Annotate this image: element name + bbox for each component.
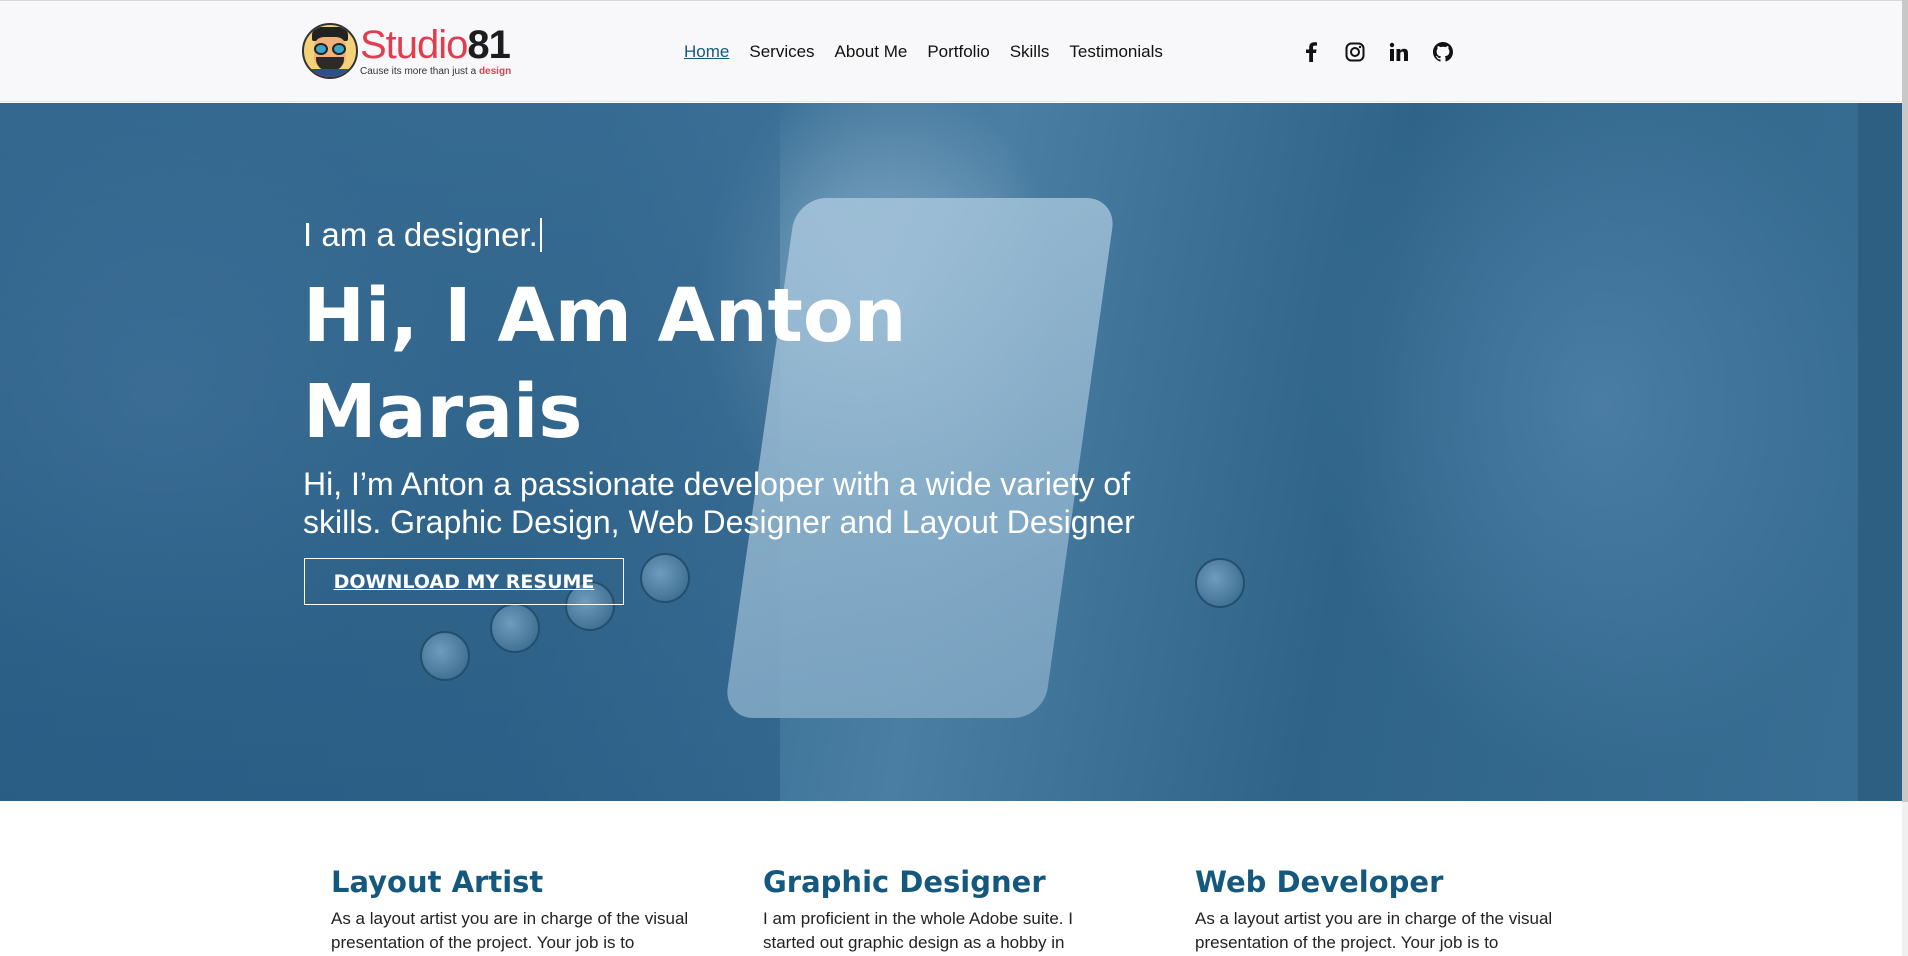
nav-skills[interactable]: Skills <box>1010 42 1050 62</box>
nav-services[interactable]: Services <box>749 42 814 62</box>
nav-home[interactable]: Home <box>684 42 729 62</box>
jacket-button-decoration <box>490 603 540 653</box>
hero-section: I am a designer. Hi, I Am Anton Marais H… <box>0 103 1902 801</box>
service-text: I am proficient in the whole Adobe suite… <box>763 909 1073 952</box>
main-nav: Home Services About Me Portfolio Skills … <box>684 42 1163 62</box>
github-icon[interactable] <box>1432 41 1454 63</box>
download-resume-button[interactable]: DOWNLOAD MY RESUME <box>304 558 624 605</box>
nav-portfolio[interactable]: Portfolio <box>927 42 989 62</box>
nav-about-me[interactable]: About Me <box>835 42 908 62</box>
brand-name: Studio81 <box>360 23 511 67</box>
typing-caret <box>539 218 542 252</box>
brand-logo[interactable]: Studio81 Cause its more than just a desi… <box>302 23 517 83</box>
jacket-button-decoration <box>420 631 470 681</box>
hero-right-edge <box>1858 103 1902 801</box>
service-card: Graphic Designer I am proficient in the … <box>763 865 1123 956</box>
jacket-button-decoration <box>640 553 690 603</box>
service-text: As a layout artist you are in charge of … <box>331 909 689 952</box>
service-title: Layout Artist <box>331 865 544 899</box>
services-section: Layout Artist As a layout artist you are… <box>0 801 1902 956</box>
site-header: Studio81 Cause its more than just a desi… <box>0 0 1902 102</box>
instagram-icon[interactable] <box>1344 41 1366 63</box>
brand-tagline: Cause its more than just a design <box>360 66 512 77</box>
linkedin-icon[interactable] <box>1388 41 1410 63</box>
brand-text: Studio81 Cause its more than just a desi… <box>360 25 511 77</box>
facebook-icon[interactable] <box>1300 41 1322 63</box>
hero-description: Hi, I’m Anton a passionate developer wit… <box>303 466 1135 540</box>
service-title: Web Developer <box>1195 865 1444 899</box>
jacket-button-decoration <box>1195 558 1245 608</box>
hero-title: Hi, I Am Anton Marais <box>303 273 907 455</box>
hero-typed-line: I am a designer. <box>303 216 542 254</box>
service-title: Graphic Designer <box>763 865 1046 899</box>
nav-testimonials[interactable]: Testimonials <box>1069 42 1163 62</box>
service-card: Web Developer As a layout artist you are… <box>1195 865 1555 955</box>
service-card: Layout Artist As a layout artist you are… <box>331 865 691 955</box>
service-text: As a layout artist you are in charge of … <box>1195 909 1553 952</box>
social-links <box>1300 41 1454 63</box>
page-scrollbar[interactable] <box>1902 0 1908 956</box>
bearded-glasses-mascot-icon <box>302 23 358 79</box>
scrollbar-thumb[interactable] <box>1902 0 1908 802</box>
